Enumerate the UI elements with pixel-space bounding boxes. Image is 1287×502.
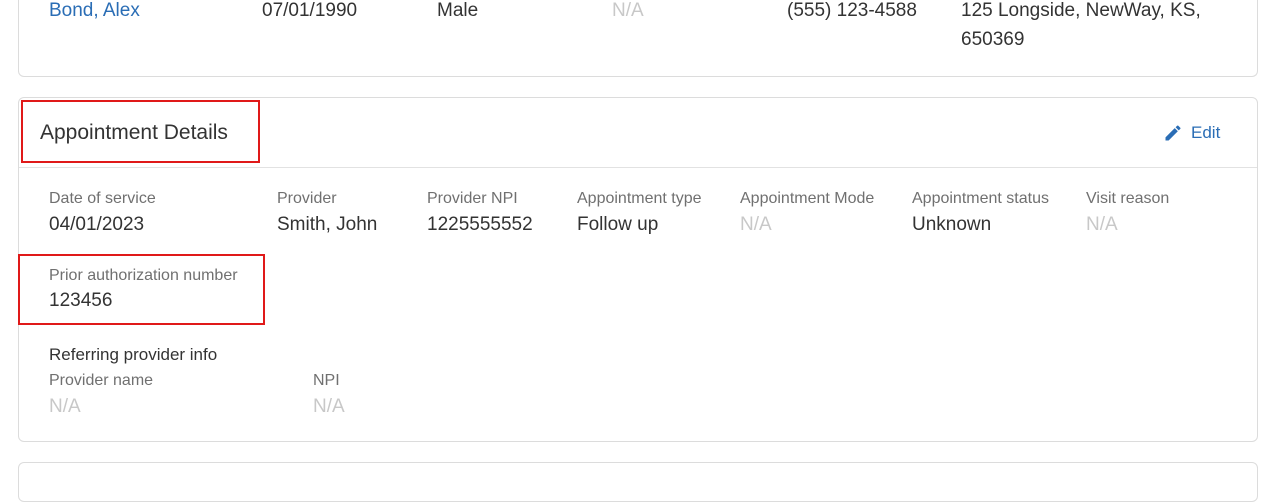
pencil-icon [1163, 123, 1183, 143]
provider-label: Provider [277, 190, 337, 207]
referring-npi-value: N/A [313, 396, 345, 417]
provider-npi-label: Provider NPI [427, 190, 518, 207]
appointment-status-label: Appointment status [912, 190, 1049, 207]
patient-address-line1: 125 Longside, NewWay, KS, [961, 0, 1201, 21]
patient-gender: Male [437, 0, 479, 21]
referring-provider-name-label: Provider name [49, 372, 154, 389]
patient-summary-card: Bond, Alex 07/01/1990 Male N/A (555) 123… [18, 0, 1258, 77]
referring-npi-label: NPI [313, 372, 340, 389]
prior-auth-highlight-box [18, 254, 265, 325]
edit-label: Edit [1191, 123, 1221, 142]
patient-dob: 07/01/1990 [262, 0, 358, 21]
visit-reason-value: N/A [1086, 214, 1118, 235]
next-section-card [18, 462, 1258, 502]
appointment-mode-label: Appointment Mode [740, 190, 875, 207]
provider-value: Smith, John [277, 214, 378, 235]
provider-npi-value: 1225555552 [427, 214, 533, 235]
patient-name-link[interactable]: Bond, Alex [49, 0, 140, 22]
appointment-status-value: Unknown [912, 214, 992, 235]
patient-address-line2: 650369 [961, 29, 1025, 50]
referring-provider-name-value: N/A [49, 396, 81, 417]
date-of-service-value: 04/01/2023 [49, 214, 145, 235]
appointment-mode-value: N/A [740, 214, 772, 235]
date-of-service-label: Date of service [49, 190, 156, 207]
referring-provider-heading: Referring provider info [49, 345, 218, 364]
patient-phone: (555) 123-4588 [787, 0, 917, 21]
appointment-type-value: Follow up [577, 214, 659, 235]
title-highlight-box [21, 100, 260, 163]
edit-button[interactable]: Edit [1163, 121, 1220, 145]
appointment-type-label: Appointment type [577, 190, 702, 207]
patient-field-na: N/A [612, 0, 644, 21]
visit-reason-label: Visit reason [1086, 190, 1170, 207]
